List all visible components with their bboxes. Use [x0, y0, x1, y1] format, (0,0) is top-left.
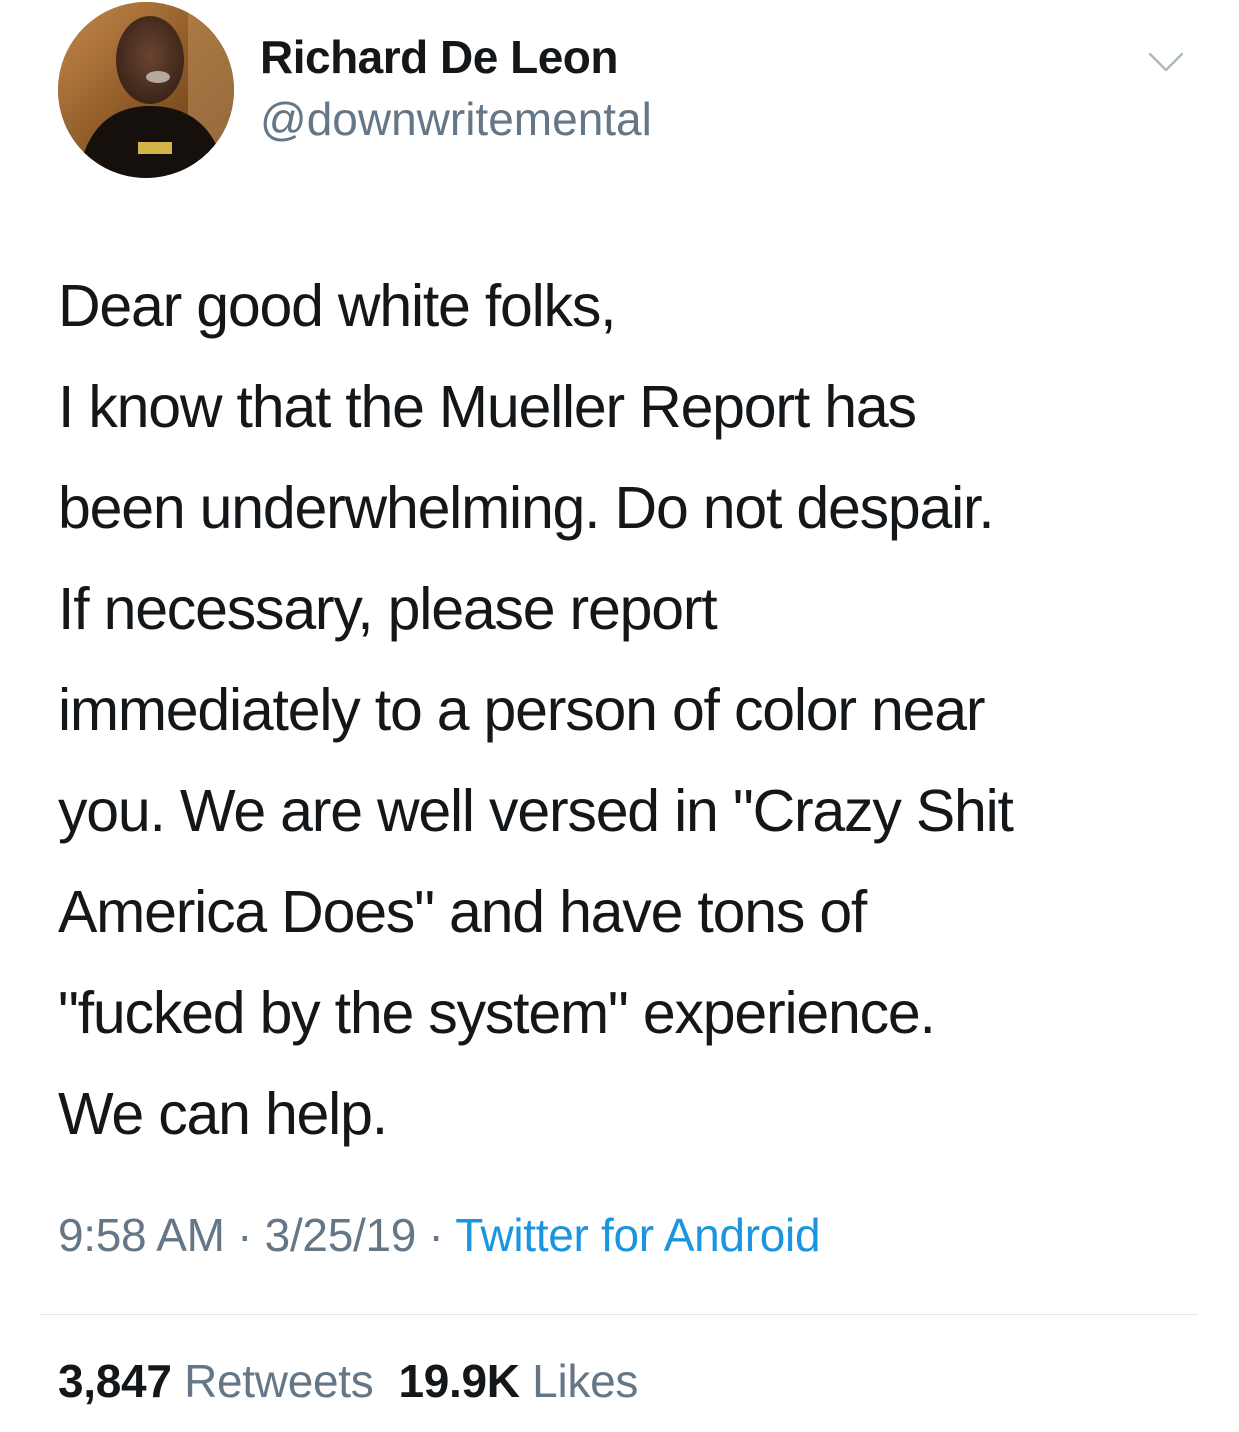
retweets-stat[interactable]: 3,847 Retweets: [58, 1355, 374, 1407]
tweet-text-line: "fucked by the system" experience.: [58, 980, 936, 1046]
tweet-text-line: been underwhelming. Do not despair.: [58, 475, 995, 541]
retweets-count: 3,847: [58, 1355, 172, 1407]
avatar[interactable]: [58, 2, 234, 178]
meta-separator: ·: [416, 1209, 456, 1261]
tweet-text-line: America Does" and have tons of: [58, 879, 867, 945]
retweets-label: Retweets: [184, 1355, 374, 1407]
likes-label: Likes: [532, 1355, 639, 1407]
likes-stat[interactable]: 19.9K Likes: [398, 1355, 638, 1407]
tweet-text-line: If necessary, please report: [58, 576, 718, 642]
tweet-text-line: I know that the Mueller Report has: [58, 374, 917, 440]
author-handle[interactable]: @downwritemental: [260, 92, 652, 146]
author-name[interactable]: Richard De Leon: [260, 30, 619, 84]
meta-separator: ·: [224, 1209, 265, 1261]
tweet-source-link[interactable]: Twitter for Android: [455, 1209, 820, 1261]
tweet-detail: Richard De Leon @downwritemental Dear go…: [0, 0, 1239, 1432]
likes-count: 19.9K: [398, 1355, 520, 1407]
tweet-text-line: Dear good white folks,: [58, 273, 617, 339]
avatar-image: [58, 2, 234, 178]
tweet-date[interactable]: 3/25/19: [265, 1209, 417, 1261]
tweet-meta: 9:58 AM · 3/25/19 · Twitter for Android: [58, 1208, 821, 1262]
tweet-text-line: We can help.: [58, 1081, 388, 1147]
tweet-text-line: immediately to a person of color near: [58, 677, 986, 743]
chevron-down-icon[interactable]: [1146, 48, 1186, 76]
divider: [40, 1314, 1198, 1315]
tweet-text-line: you. We are well versed in "Crazy Shit: [58, 778, 1014, 844]
tweet-stats: 3,847 Retweets 19.9K Likes: [58, 1354, 638, 1408]
tweet-time[interactable]: 9:58 AM: [58, 1209, 225, 1261]
tweet-text: Dear good white folks, I know that the M…: [58, 256, 1198, 1165]
